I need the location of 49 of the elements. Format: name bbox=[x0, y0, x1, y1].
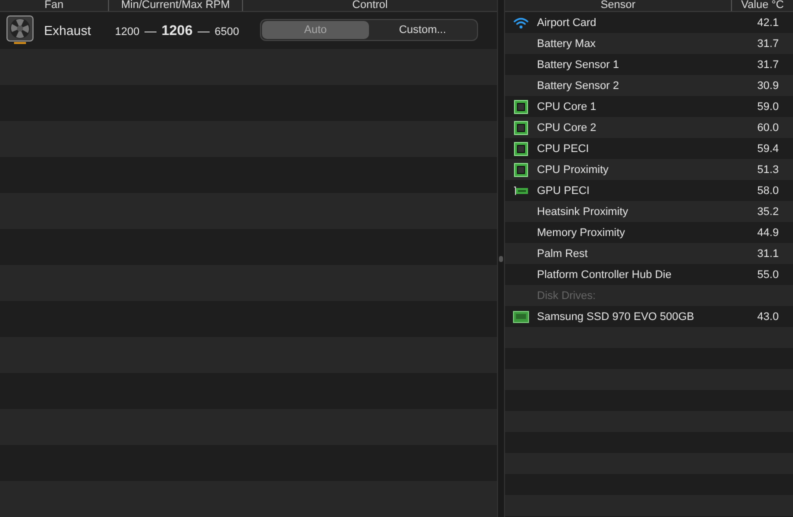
graphics-card-icon bbox=[513, 186, 529, 196]
mode-button[interactable]: Custom... bbox=[369, 21, 476, 39]
column-header[interactable]: Sensor bbox=[505, 0, 731, 11]
chip-icon bbox=[514, 142, 528, 156]
sensor-name: Platform Controller Hub Die bbox=[537, 268, 672, 280]
chip-icon bbox=[514, 162, 528, 176]
sensor-value: 55.0 bbox=[756, 268, 780, 280]
sensor-value: 58.0 bbox=[756, 184, 780, 196]
sensor-value: 30.9 bbox=[756, 80, 780, 92]
sensor-name: Battery Sensor 1 bbox=[537, 58, 620, 70]
fan-name: Exhaust bbox=[44, 22, 91, 38]
sensor-name: CPU Core 2 bbox=[537, 122, 598, 134]
drive-icon bbox=[513, 310, 529, 322]
column-header[interactable]: Fan bbox=[0, 0, 108, 11]
sensor-name: Battery Sensor 2 bbox=[537, 80, 620, 92]
sensor-value: 59.0 bbox=[756, 100, 780, 112]
fan-icon bbox=[6, 15, 34, 45]
sensor-value: 43.0 bbox=[756, 310, 780, 322]
sensor-name: Palm Rest bbox=[537, 248, 589, 260]
sensor-name: Samsung SSD 970 EVO 500GB bbox=[537, 310, 696, 322]
sensor-value: 31.7 bbox=[756, 38, 780, 50]
sensor-name: CPU PECI bbox=[537, 142, 590, 154]
sensor-name: Heatsink Proximity bbox=[537, 206, 630, 218]
column-header[interactable]: Value °C bbox=[731, 0, 793, 11]
sensor-value: 60.0 bbox=[756, 122, 780, 134]
sensor-name: Memory Proximity bbox=[537, 226, 626, 238]
sensor-value: 51.3 bbox=[756, 164, 780, 176]
sensor-value: 59.4 bbox=[756, 142, 780, 154]
section-label: Disk Drives: bbox=[537, 290, 596, 302]
sensor-value: 31.7 bbox=[756, 58, 780, 70]
sensor-value: 42.1 bbox=[756, 16, 780, 28]
sensor-value: 35.2 bbox=[756, 206, 780, 218]
sensor-name: GPU PECI bbox=[537, 184, 591, 196]
sensor-name: CPU Proximity bbox=[537, 164, 610, 176]
max-rpm: 6500 bbox=[214, 26, 240, 38]
sensor-value: 44.9 bbox=[756, 226, 780, 238]
wifi-icon bbox=[513, 16, 529, 28]
current-rpm: 1206 bbox=[161, 22, 193, 38]
sensor-value: 31.1 bbox=[756, 248, 780, 260]
separator-dash: — bbox=[198, 24, 210, 38]
split-handle[interactable] bbox=[499, 256, 503, 262]
chip-icon bbox=[514, 120, 528, 134]
sensor-name: CPU Core 1 bbox=[537, 100, 598, 112]
column-header[interactable]: Min/Current/Max RPM bbox=[108, 0, 242, 11]
chip-icon bbox=[514, 100, 528, 114]
sensor-name: Airport Card bbox=[537, 16, 598, 28]
sensor-name: Battery Max bbox=[537, 38, 597, 50]
min-rpm: 1200 bbox=[115, 26, 140, 38]
separator-dash: — bbox=[144, 24, 156, 38]
